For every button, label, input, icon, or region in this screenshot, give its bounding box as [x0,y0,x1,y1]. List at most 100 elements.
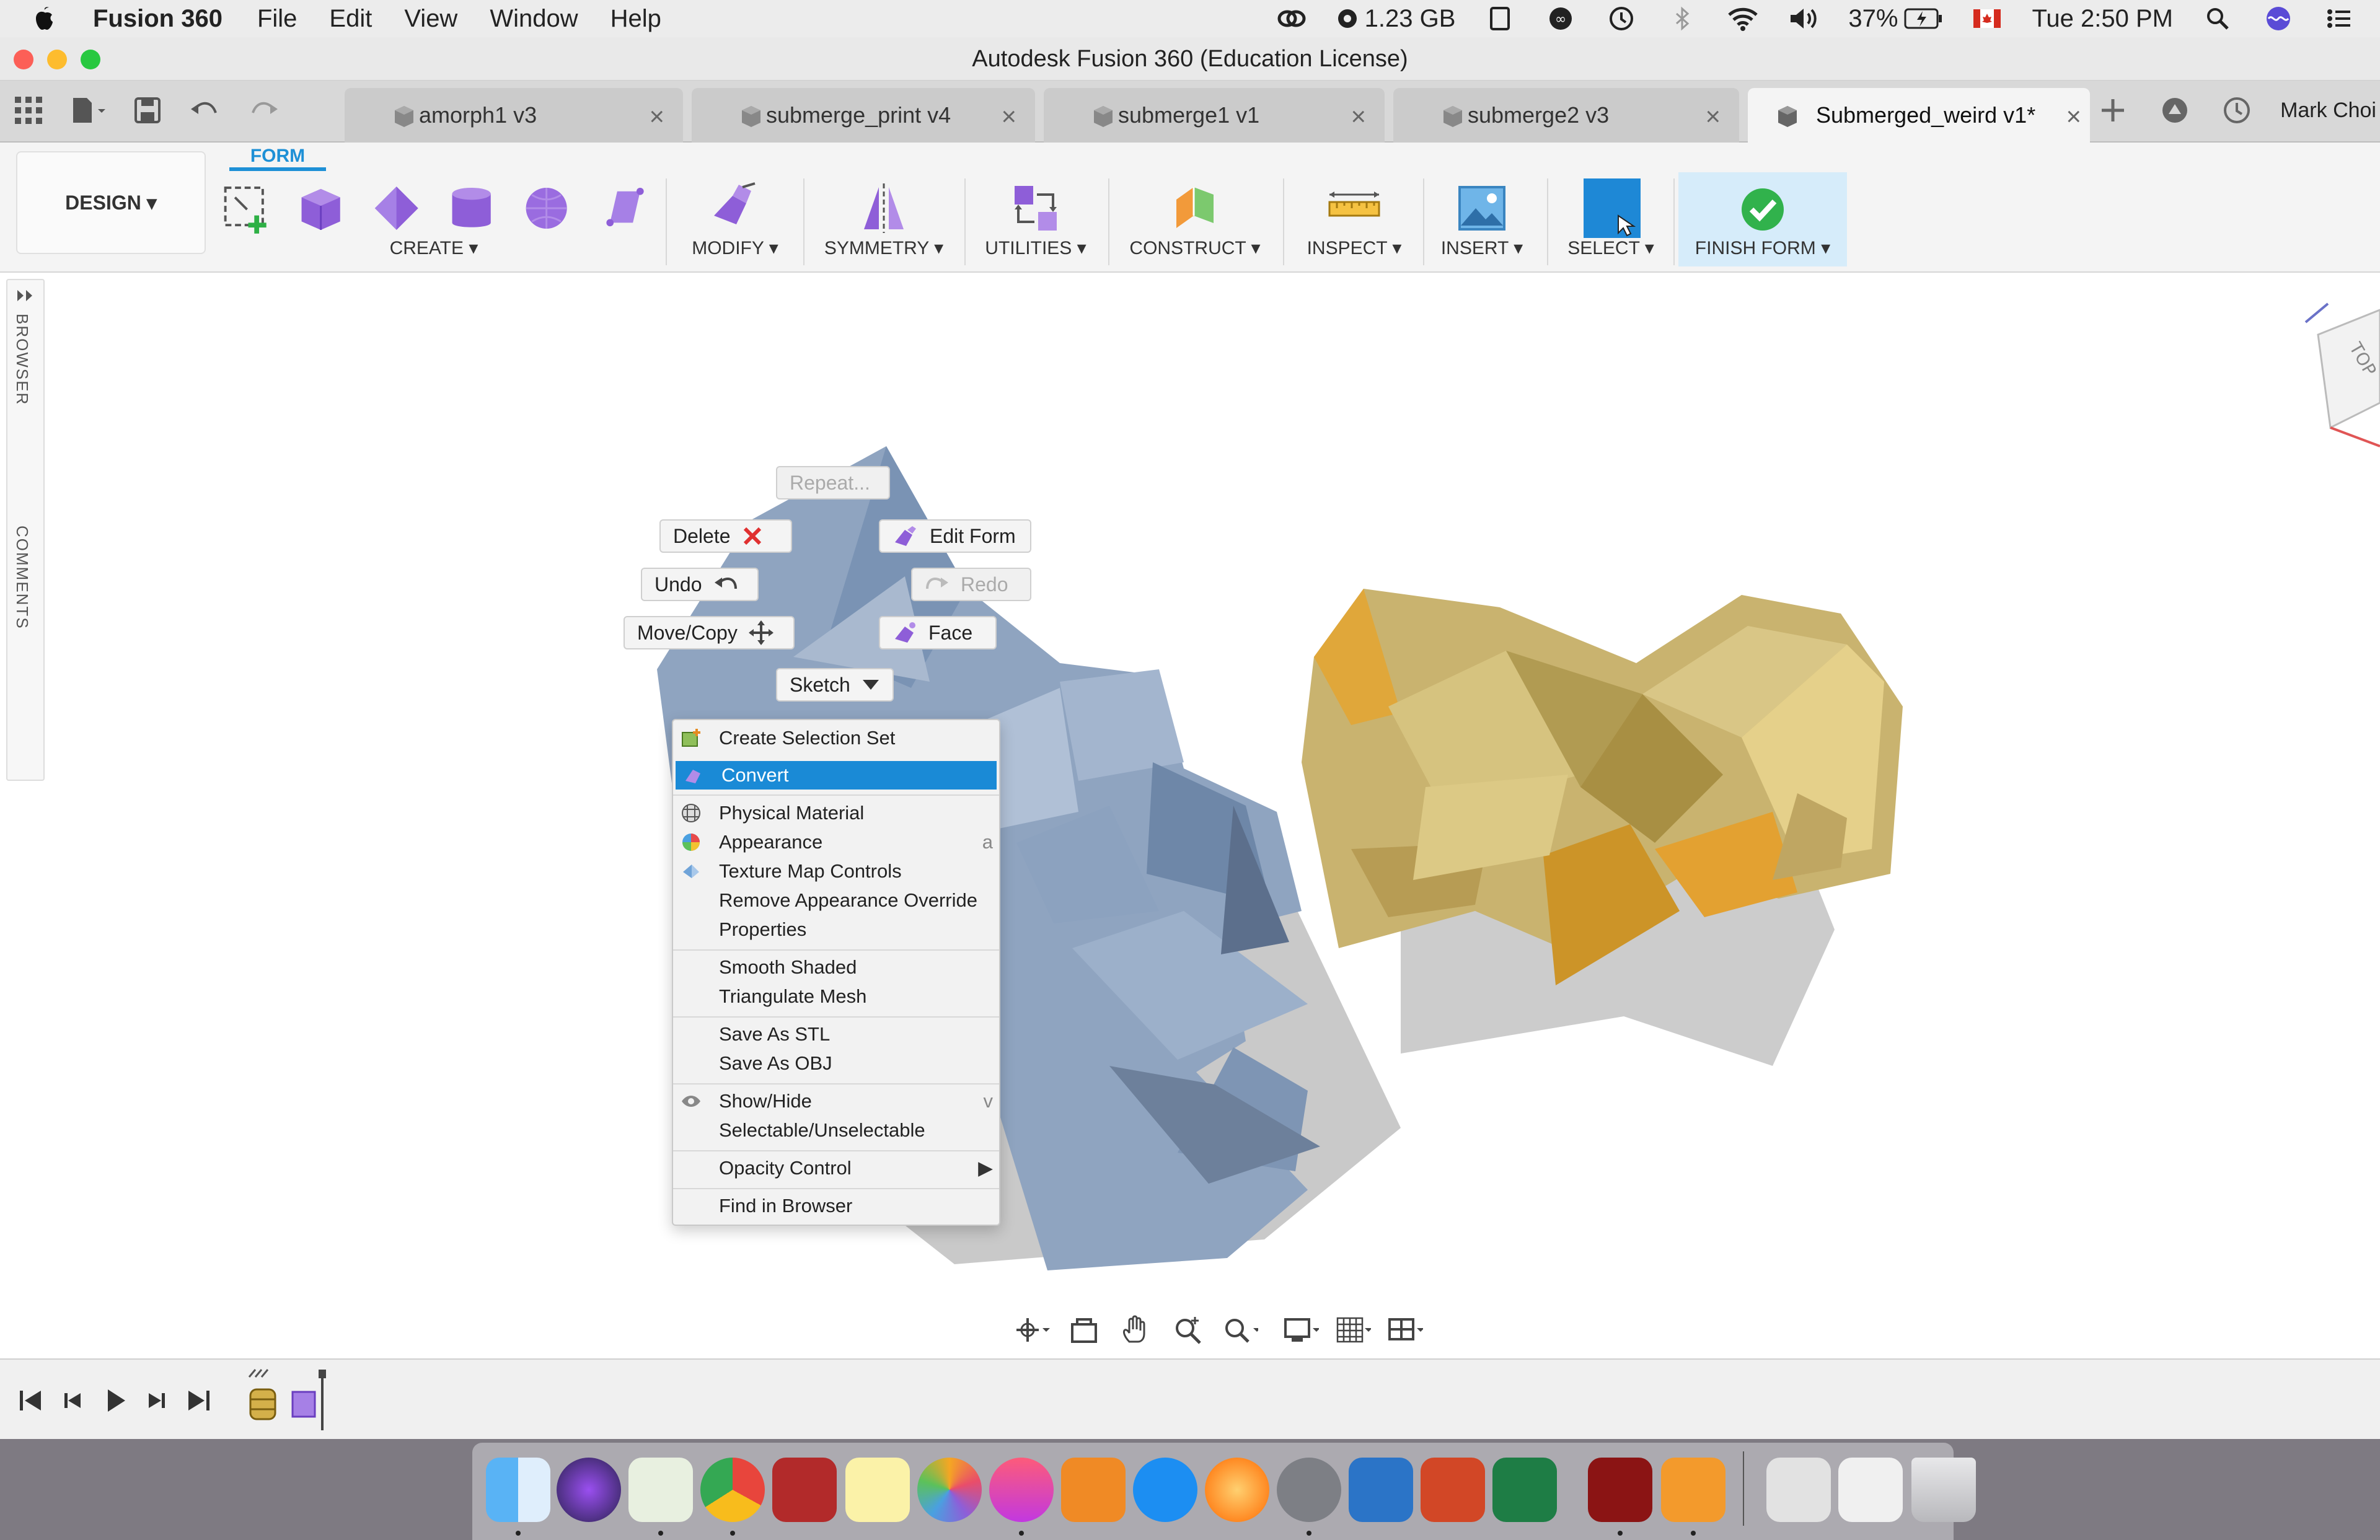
construct-icon[interactable] [1165,178,1225,238]
finder-icon[interactable] [486,1458,550,1522]
finish-form-checkmark-icon[interactable] [1733,180,1792,239]
time-machine-icon[interactable] [1605,6,1637,31]
spotlight-search-icon[interactable] [2202,6,2234,31]
menu-view[interactable]: View [404,5,457,33]
data-panel-grid-icon[interactable] [11,92,46,129]
document-tab[interactable]: submerge1 v1 × [1044,88,1385,143]
workspace-switcher[interactable]: DESIGN ▾ [16,151,206,254]
menu-item-physical-material[interactable]: Physical Material [673,799,999,827]
quadball-icon[interactable] [593,178,651,238]
redo-icon[interactable] [249,92,284,129]
ibooks-icon[interactable] [1061,1458,1126,1522]
infinity-icon[interactable]: ∞ [1545,6,1577,31]
notification-center-icon[interactable] [2323,6,2355,31]
play-icon[interactable] [99,1384,131,1417]
photos-icon[interactable] [917,1458,982,1522]
menu-edit[interactable]: Edit [329,5,372,33]
new-tab-icon[interactable] [2094,92,2131,129]
close-tab-icon[interactable]: × [1001,102,1016,131]
face-button[interactable]: Face [879,616,997,649]
comments-label[interactable]: COMMENTS [12,526,32,630]
close-tab-icon[interactable]: × [2066,102,2081,131]
menu-item-remove-appearance-override[interactable]: Remove Appearance Override [673,886,999,915]
construct-group[interactable]: CONSTRUCT ▾ [1121,167,1269,266]
step-back-icon[interactable] [57,1384,89,1417]
zoom-window-button[interactable] [81,50,100,69]
documents-stack-icon[interactable] [1838,1458,1903,1522]
close-tab-icon[interactable]: × [1705,102,1721,131]
mesh-feature-icon[interactable] [247,1365,284,1427]
menu-item-find-in-browser[interactable]: Find in Browser [673,1192,999,1220]
create-group[interactable]: CREATE ▾ [217,167,651,266]
menu-item-save-as-obj[interactable]: Save As OBJ [673,1049,999,1078]
document-tab[interactable]: submerge2 v3 × [1393,88,1739,143]
utilities-icon[interactable] [1006,178,1065,238]
creative-cloud-icon[interactable] [1276,6,1308,31]
symmetry-group[interactable]: SYMMETRY ▾ [816,167,952,266]
photo-booth-icon[interactable] [772,1458,837,1522]
utilities-group[interactable]: UTILITIES ▾ [977,167,1095,266]
extensions-icon[interactable] [2156,92,2193,129]
menu-item-convert[interactable]: Convert [676,761,997,790]
canada-flag-icon[interactable] [1971,6,2003,31]
step-forward-icon[interactable] [140,1384,172,1417]
file-icon[interactable] [1484,6,1516,31]
document-tab-active[interactable]: Submerged_weird v1* × [1748,88,2090,143]
plane-icon[interactable] [368,178,425,238]
orbit-icon[interactable] [1014,1312,1050,1348]
itunes-icon[interactable] [989,1458,1054,1522]
go-to-start-icon[interactable] [15,1384,47,1417]
menu-help[interactable]: Help [610,5,661,33]
browser-label[interactable]: BROWSER [12,314,32,405]
acrobat-icon[interactable] [1588,1458,1652,1522]
insert-image-icon[interactable] [1452,178,1512,238]
app-menu[interactable]: Fusion 360 [93,5,223,33]
excel-icon[interactable] [1492,1458,1557,1522]
memory-indicator[interactable]: 1.23 GB [1336,5,1455,33]
undo-icon[interactable] [190,92,224,129]
minimize-window-button[interactable] [47,50,67,69]
fusion-360-icon[interactable] [1661,1458,1726,1522]
menu-item-show-hide[interactable]: Show/Hide v [673,1087,999,1115]
viewport-canvas[interactable]: TOP Repeat... Delete Edit Form Undo Redo… [0,274,2380,1358]
undo-button[interactable]: Undo [641,568,759,601]
clock[interactable]: Tue 2:50 PM [2032,5,2173,33]
wifi-icon[interactable] [1727,6,1759,31]
trash-icon[interactable] [1911,1458,1976,1522]
menu-item-create-selection-set[interactable]: Create Selection Set [673,724,999,752]
fit-zoom-icon[interactable] [1222,1312,1258,1348]
sphere-icon[interactable] [518,178,575,238]
powerpoint-icon[interactable] [1421,1458,1485,1522]
volume-icon[interactable] [1787,6,1820,31]
menu-item-opacity-control[interactable]: Opacity Control ▶ [673,1154,999,1182]
menu-item-properties[interactable]: Properties [673,915,999,944]
repeat-button[interactable]: Repeat... [776,466,890,499]
document-tab[interactable]: submerge_print v4 × [692,88,1035,143]
form-feature-icon[interactable] [289,1365,338,1433]
modify-icon[interactable] [705,178,765,238]
menu-item-appearance[interactable]: Appearance a [673,828,999,856]
word-icon[interactable] [1349,1458,1413,1522]
browser-comments-panel[interactable]: BROWSER COMMENTS [6,279,45,781]
symmetry-icon[interactable] [854,178,914,238]
maps-icon[interactable] [628,1458,693,1522]
inspect-group[interactable]: INSPECT ▾ [1295,167,1413,266]
job-status-icon[interactable] [2218,92,2255,129]
create-sketch-icon[interactable] [217,178,275,238]
look-at-icon[interactable] [1066,1312,1102,1348]
bluetooth-icon[interactable] [1666,6,1698,31]
save-icon[interactable] [130,92,165,129]
select-group[interactable]: SELECT ▾ [1558,167,1664,266]
menu-item-save-as-stl[interactable]: Save As STL [673,1020,999,1049]
menu-item-selectable-unselectable[interactable]: Selectable/Unselectable [673,1116,999,1145]
system-preferences-icon[interactable] [1277,1458,1341,1522]
edit-form-button[interactable]: Edit Form [879,519,1031,553]
view-cube[interactable]: TOP [2304,302,2380,447]
downloads-stack-icon[interactable] [1766,1458,1831,1522]
close-tab-icon[interactable]: × [1351,102,1366,131]
app-store-icon[interactable] [1133,1458,1197,1522]
notes-icon[interactable] [845,1458,910,1522]
grid-settings-icon[interactable] [1335,1312,1371,1348]
user-account[interactable]: Mark Choi [2280,99,2380,123]
zoom-icon[interactable] [1170,1312,1206,1348]
